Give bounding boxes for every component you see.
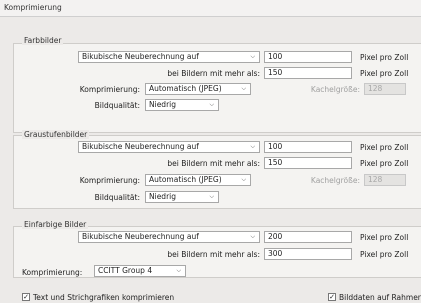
mono-unit-label: Pixel pro Zoll [360,233,409,242]
gray-tile-label: Kachelgröße: [310,176,360,185]
color-quality-label: Bildqualität: [94,101,140,110]
gray-compression-select[interactable]: Automatisch (JPEG) ⌵ [145,174,251,186]
color-images-title: Farbbilder [22,36,64,45]
color-quality-select[interactable]: Niedrig ⌵ [145,99,219,111]
color-compression-label: Komprimierung: [79,85,140,94]
gray-tile-input[interactable]: 128 [364,174,406,186]
text-compress-label: Text und Strichgrafiken komprimieren [33,293,175,302]
mono-compression-select[interactable]: CCITT Group 4 ⌵ [94,265,186,277]
color-compression-select[interactable]: Automatisch (JPEG) ⌵ [145,83,251,95]
gray-above-input[interactable]: 150 [264,157,352,169]
crop-image-label: Bilddaten auf Rahmen [339,293,421,302]
gray-quality-select[interactable]: Niedrig ⌵ [145,191,219,203]
chevron-down-icon: ⌵ [209,101,214,108]
color-tile-input[interactable]: 128 [364,83,406,95]
mono-resample-select[interactable]: Bikubische Neuberechnung auf ⌵ [78,231,260,243]
section-header: Komprimierung [0,0,421,17]
gray-unit-label: Pixel pro Zoll [360,143,409,152]
checkmark-icon: ✓ [329,293,335,301]
gray-resample-input[interactable]: 100 [264,141,352,153]
color-resample-input[interactable]: 100 [264,51,352,63]
chevron-down-icon: ⌵ [241,176,246,183]
section-title: Komprimierung [4,3,62,12]
chevron-down-icon: ⌵ [209,193,214,200]
color-resample-select[interactable]: Bikubische Neuberechnung auf ⌵ [78,51,260,63]
chevron-down-icon: ⌵ [250,53,255,60]
chevron-down-icon: ⌵ [250,233,255,240]
color-unit-label: Pixel pro Zoll [360,53,409,62]
mono-above-label: bei Bildern mit mehr als: [167,250,260,259]
gray-above-label: bei Bildern mit mehr als: [167,159,260,168]
color-above-label: bei Bildern mit mehr als: [167,69,260,78]
mono-compression-label: Komprimierung: [22,268,83,277]
mono-images-title: Einfarbige Bilder [22,220,89,229]
gray-unit-label-2: Pixel pro Zoll [360,159,409,168]
checkmark-icon: ✓ [23,293,29,301]
mono-above-input[interactable]: 300 [264,248,352,260]
chevron-down-icon: ⌵ [176,267,181,274]
gray-images-title: Graustufenbilder [22,130,90,139]
chevron-down-icon: ⌵ [250,143,255,150]
text-compress-checkbox[interactable]: ✓ [22,293,30,301]
crop-image-checkbox[interactable]: ✓ [328,293,336,301]
gray-resample-select[interactable]: Bikubische Neuberechnung auf ⌵ [78,141,260,153]
color-unit-label-2: Pixel pro Zoll [360,69,409,78]
gray-quality-label: Bildqualität: [94,193,140,202]
color-tile-label: Kachelgröße: [310,85,360,94]
mono-unit-label-2: Pixel pro Zoll [360,250,409,259]
chevron-down-icon: ⌵ [241,85,246,92]
color-above-input[interactable]: 150 [264,67,352,79]
mono-resample-input[interactable]: 200 [264,231,352,243]
gray-compression-label: Komprimierung: [79,176,140,185]
